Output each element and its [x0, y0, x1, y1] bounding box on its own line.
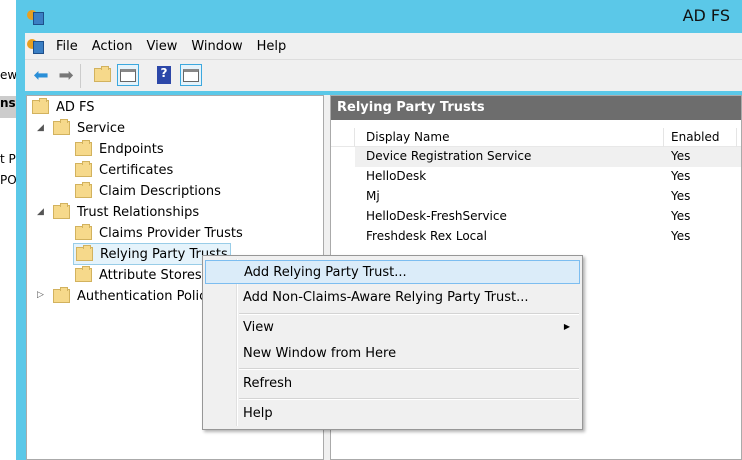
- menu-separator: [239, 398, 579, 400]
- folder-icon: [75, 140, 92, 156]
- node-label: AD FS: [56, 99, 95, 115]
- node-label: Trust Relationships: [77, 204, 200, 220]
- tree-node-adfs[interactable]: AD FS: [32, 97, 95, 117]
- menu-bar: File Action View Window Help: [25, 33, 742, 59]
- window-title: AD FS: [682, 6, 730, 25]
- cell-name: Device Registration Service: [366, 149, 532, 163]
- folder-icon: [53, 287, 70, 303]
- node-label: Claims Provider Trusts: [99, 225, 243, 241]
- cell-enabled: Yes: [671, 169, 691, 183]
- node-label: Attribute Stores: [99, 267, 202, 283]
- system-menu-icon[interactable]: [27, 37, 45, 55]
- tree-node-claim-descriptions[interactable]: Claim Descriptions: [75, 181, 221, 201]
- tree-node-attribute-stores[interactable]: Attribute Stores: [75, 265, 202, 285]
- menu-item-add-non-claims-aware-trust[interactable]: Add Non-Claims-Aware Relying Party Trust…: [205, 286, 580, 310]
- menu-item-help[interactable]: Help: [205, 402, 580, 426]
- bg-fragment: ew: [0, 68, 16, 82]
- folder-icon: [75, 266, 92, 282]
- cell-enabled: Yes: [671, 229, 691, 243]
- node-label: Claim Descriptions: [99, 183, 221, 199]
- console-tree-icon[interactable]: [117, 64, 139, 86]
- menu-action[interactable]: Action: [85, 39, 140, 54]
- menu-item-add-relying-party-trust[interactable]: Add Relying Party Trust...: [205, 260, 580, 284]
- menu-view[interactable]: View: [139, 39, 184, 54]
- menu-item-new-window[interactable]: New Window from Here: [205, 342, 580, 366]
- menu-file[interactable]: File: [49, 39, 85, 54]
- node-label: Authentication Polic: [77, 288, 207, 304]
- tree-node-endpoints[interactable]: Endpoints: [75, 139, 164, 159]
- tree-node-certificates[interactable]: Certificates: [75, 160, 173, 180]
- tree-node-claims-provider-trusts[interactable]: Claims Provider Trusts: [75, 223, 243, 243]
- column-display-name[interactable]: Display Name: [366, 130, 449, 144]
- back-icon[interactable]: ⬅: [30, 64, 52, 86]
- folder-icon: [53, 203, 70, 219]
- toolbar: ⬅ ➡ ?: [25, 59, 742, 91]
- cell-enabled: Yes: [671, 149, 691, 163]
- submenu-arrow-icon: ▶: [563, 322, 570, 331]
- tree-node-service[interactable]: Service: [53, 118, 125, 138]
- adfs-app-icon: [27, 8, 45, 26]
- table-row[interactable]: Device Registration Service Yes: [355, 147, 741, 167]
- collapse-icon[interactable]: ◢: [37, 123, 44, 133]
- menu-item-view[interactable]: View ▶: [205, 316, 580, 340]
- cell-name: Mj: [366, 189, 380, 203]
- folder-icon: [75, 224, 92, 240]
- menu-item-label: View: [243, 320, 274, 335]
- bg-fragment: t P: [0, 152, 16, 166]
- folder-icon: [75, 161, 92, 177]
- table-row[interactable]: Mj Yes: [355, 187, 741, 207]
- table-row[interactable]: Freshdesk Rex Local Yes: [355, 227, 741, 247]
- cell-name: HelloDesk-FreshService: [366, 209, 507, 223]
- forward-icon[interactable]: ➡: [55, 64, 77, 86]
- menu-item-refresh[interactable]: Refresh: [205, 372, 580, 396]
- bg-fragment: ns: [0, 96, 16, 118]
- node-label: Certificates: [99, 162, 174, 178]
- folder-icon: [32, 98, 49, 114]
- context-menu: Add Relying Party Trust... Add Non-Claim…: [202, 255, 583, 430]
- menu-separator: [239, 368, 579, 370]
- bg-fragment: PO: [0, 173, 16, 187]
- up-folder-icon[interactable]: [91, 64, 113, 86]
- folder-icon: [76, 245, 93, 261]
- tree-node-trust-relationships[interactable]: Trust Relationships: [53, 202, 199, 222]
- menu-separator: [239, 313, 579, 315]
- menu-window[interactable]: Window: [184, 39, 249, 54]
- tree-node-authentication-policies[interactable]: Authentication Polic: [53, 286, 206, 306]
- list-header: Display Name Enabled: [331, 128, 741, 147]
- cell-enabled: Yes: [671, 189, 691, 203]
- expand-icon[interactable]: ▷: [37, 290, 44, 300]
- folder-icon: [53, 119, 70, 135]
- table-row[interactable]: HelloDesk-FreshService Yes: [355, 207, 741, 227]
- collapse-icon[interactable]: ◢: [37, 207, 44, 217]
- background-window: ew ns t P PO: [0, 0, 16, 460]
- menu-help[interactable]: Help: [250, 39, 294, 54]
- cell-name: Freshdesk Rex Local: [366, 229, 487, 243]
- help-icon[interactable]: ?: [153, 64, 175, 86]
- folder-icon: [75, 182, 92, 198]
- column-enabled[interactable]: Enabled: [671, 130, 720, 144]
- node-label: Service: [77, 120, 126, 136]
- table-row[interactable]: HelloDesk Yes: [355, 167, 741, 187]
- cell-enabled: Yes: [671, 209, 691, 223]
- action-pane-icon[interactable]: [180, 64, 202, 86]
- cell-name: HelloDesk: [366, 169, 427, 183]
- results-pane-title: Relying Party Trusts: [331, 96, 741, 120]
- node-label: Endpoints: [99, 141, 164, 157]
